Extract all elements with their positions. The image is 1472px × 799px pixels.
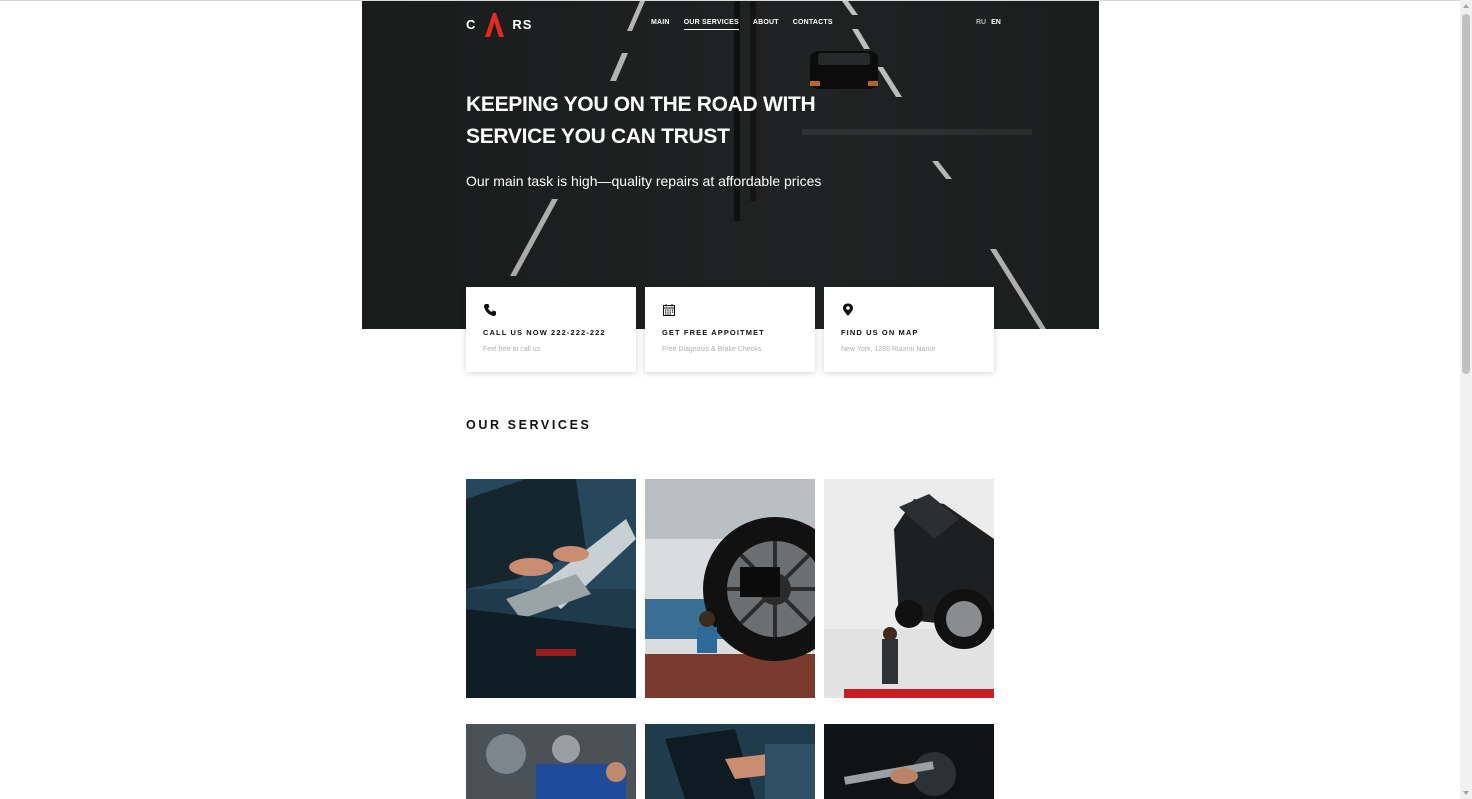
- scroll-up-arrow-icon[interactable]: [1460, 0, 1472, 12]
- scroll-down-arrow-icon[interactable]: [1460, 787, 1472, 799]
- card-find-on-map[interactable]: FIND US ON MAP New York, 1286 Ruumu Nano…: [824, 287, 994, 372]
- laptop-hand-photo: [645, 724, 815, 799]
- service-tile-wrench-engine[interactable]: [824, 724, 994, 799]
- service-tile-car-lift[interactable]: [824, 479, 994, 698]
- nav-about[interactable]: ABOUT: [753, 19, 779, 30]
- wrench-engine-photo: [824, 724, 994, 799]
- card-title: GET FREE APPOITMET: [662, 328, 765, 337]
- map-pin-icon: [843, 303, 853, 316]
- service-tile-engine-repair[interactable]: [466, 724, 636, 799]
- services-title: OUR SERVICES: [466, 418, 592, 432]
- phone-icon: [484, 304, 496, 316]
- card-title: CALL US NOW 222-222-222: [483, 328, 606, 337]
- card-text: Feel free to call us: [483, 346, 541, 353]
- nav-main[interactable]: MAIN: [651, 19, 670, 30]
- nav-contacts[interactable]: CONTACTS: [793, 19, 833, 30]
- engine-repair-photo: [466, 724, 636, 799]
- card-free-appointment[interactable]: GET FREE APPOITMET Free Diagnosis & Brak…: [645, 287, 815, 372]
- calendar-icon: [663, 304, 675, 316]
- logo-text-right: RS: [512, 16, 533, 32]
- main-nav: MAIN OUR SERVICES ABOUT CONTACTS: [651, 19, 833, 30]
- scroll-thumb[interactable]: [1462, 14, 1470, 374]
- hero-subtitle: Our main task is high—quality repairs at…: [466, 173, 822, 189]
- card-title: FIND US ON MAP: [841, 328, 919, 337]
- card-call-us[interactable]: CALL US NOW 222-222-222 Feel free to cal…: [466, 287, 636, 372]
- service-tile-laptop-hand[interactable]: [645, 724, 815, 799]
- lang-en[interactable]: EN: [991, 19, 1001, 26]
- hero-banner: C RS MAIN OUR SERVICES ABOUT CONTACTS RU…: [362, 1, 1099, 329]
- lang-ru[interactable]: RU: [976, 19, 986, 26]
- service-tile-mechanic-laptop[interactable]: [466, 479, 636, 698]
- hero-title: KEEPING YOU ON THE ROAD WITH SERVICE YOU…: [466, 93, 816, 148]
- car-on-lift-photo: [824, 479, 994, 698]
- page: C RS MAIN OUR SERVICES ABOUT CONTACTS RU…: [362, 1, 1099, 799]
- card-text: New York, 1286 Ruumu Nanor: [841, 346, 936, 353]
- wheel-alignment-photo: [645, 479, 815, 698]
- logo-text-left: C: [466, 16, 477, 32]
- nav-our-services[interactable]: OUR SERVICES: [683, 19, 739, 30]
- service-tile-wheel-alignment[interactable]: [645, 479, 815, 698]
- mechanic-laptop-photo: [466, 479, 636, 698]
- card-text: Free Diagnosis & Brake Checks: [662, 346, 762, 353]
- logo-a-icon: [485, 13, 505, 37]
- logo[interactable]: C RS: [466, 11, 532, 37]
- language-switcher: RU EN: [976, 19, 1001, 26]
- info-cards: CALL US NOW 222-222-222 Feel free to cal…: [466, 287, 994, 372]
- page-scrollbar[interactable]: [1460, 0, 1472, 799]
